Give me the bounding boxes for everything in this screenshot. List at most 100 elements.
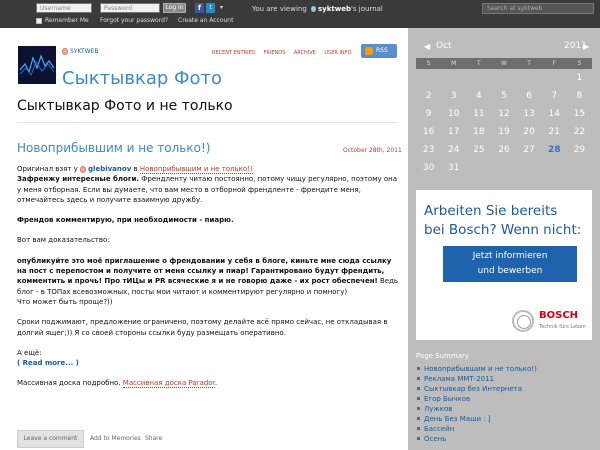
calendar-day[interactable]: 23 <box>416 141 441 159</box>
calendar-day[interactable]: 25 <box>466 141 491 159</box>
page-summary-title: Page Summary <box>416 352 469 360</box>
viewing-prefix: You are viewing <box>252 5 307 13</box>
prev-month-icon[interactable]: ◀ <box>424 42 430 51</box>
calendar-day[interactable]: 29 <box>567 141 592 159</box>
calendar-day[interactable]: 28 <box>542 141 567 159</box>
leave-comment-button[interactable]: Leave a comment <box>17 430 84 448</box>
rss-button[interactable]: RSS <box>361 44 397 58</box>
chevron-down-icon[interactable]: ▾ <box>217 3 226 13</box>
journal-title[interactable]: Сыктывкар Фото <box>62 68 222 89</box>
orig-post-link[interactable]: Новоприбывшим и не только!) <box>139 165 253 174</box>
username-input[interactable]: Username <box>36 3 92 13</box>
entry-body: Оригинал взят у glebivanov в Новоприбывш… <box>17 164 401 389</box>
remember-me-label: Remember Me <box>45 17 89 24</box>
avatar[interactable] <box>18 46 56 84</box>
summary-item[interactable]: Лужков <box>416 404 592 414</box>
rss-icon <box>365 47 373 55</box>
bosch-ad[interactable]: Arbeiten Sie bereits bei Bosch? Wenn nic… <box>416 190 592 340</box>
facebook-icon[interactable]: f <box>195 3 204 13</box>
password-input[interactable]: Password <box>100 3 160 13</box>
share-link[interactable]: Share <box>145 435 162 442</box>
calendar-day[interactable]: 20 <box>517 123 542 141</box>
calendar-day[interactable]: 4 <box>466 87 491 105</box>
page-summary-list: Новоприбывшим и не только!) Реклама ММТ-2… <box>416 364 592 444</box>
calendar-day[interactable]: 9 <box>416 105 441 123</box>
orig-in: в <box>133 165 138 173</box>
paragraph: опубликуйте это моё приглашение о френдо… <box>17 256 401 297</box>
calendar-day[interactable]: 24 <box>441 141 466 159</box>
summary-item[interactable]: Реклама ММТ-2011 <box>416 374 592 384</box>
calendar-day[interactable]: 3 <box>441 87 466 105</box>
calendar-empty-cell <box>441 69 466 87</box>
nav-user-info[interactable]: USER INFO <box>324 50 351 56</box>
journal-user-link[interactable]: SYKTWEB <box>62 48 98 55</box>
forgot-password-link[interactable]: Forgot your password? <box>100 17 168 24</box>
create-account-link[interactable]: Create an Account <box>178 17 233 24</box>
remember-me-checkbox[interactable]: Remember Me <box>36 17 89 24</box>
summary-item[interactable]: Егор Бычков <box>416 394 592 404</box>
calendar-day[interactable]: 6 <box>517 87 542 105</box>
summary-item[interactable]: Сыктывкар без Интернета <box>416 384 592 394</box>
main-content: SYKTWEB Сыктывкар Фото RECENT ENTRIES FR… <box>0 28 408 450</box>
calendar-header: ◀ Oct 2011 ▶ <box>416 40 592 58</box>
parador-link[interactable]: Массивная доска Parador <box>122 379 215 389</box>
calendar-day[interactable]: 17 <box>441 123 466 141</box>
calendar-day[interactable]: 8 <box>567 87 592 105</box>
twitter-icon[interactable]: t <box>206 3 215 13</box>
nav-archive[interactable]: ARCHIVE <box>294 50 316 56</box>
calendar-empty-cell <box>517 69 542 87</box>
entry-title[interactable]: Новоприбывшим и не только!) <box>17 141 210 155</box>
summary-item[interactable]: Бассейн <box>416 424 592 434</box>
journal-username[interactable]: SYKTWEB <box>70 48 98 55</box>
summary-item[interactable]: Осень <box>416 434 592 444</box>
ad-button-line-1: Jetzt informieren <box>472 251 548 261</box>
orig-user-link[interactable]: glebivanov <box>88 165 131 173</box>
search-input[interactable]: Search at syktweb <box>482 3 594 14</box>
add-to-memories-link[interactable]: Add to Memories <box>90 435 141 442</box>
checkbox-icon[interactable] <box>36 17 42 24</box>
calendar-day[interactable]: 10 <box>441 105 466 123</box>
calendar-day[interactable]: 7 <box>542 87 567 105</box>
calendar-weekday: W <box>491 58 517 69</box>
calendar-day[interactable]: 16 <box>416 123 441 141</box>
entry-date[interactable]: October 28th, 2011 <box>343 147 402 154</box>
viewing-journal-text: You are viewing syktweb's journal <box>252 5 383 13</box>
calendar-day[interactable]: 11 <box>466 105 491 123</box>
ad-apply-button[interactable]: Jetzt informieren und bewerben <box>443 246 577 282</box>
calendar-day[interactable]: 22 <box>567 123 592 141</box>
rss-label: RSS <box>376 47 388 54</box>
paragraph-text: Массивная доска подробно. <box>17 379 121 388</box>
calendar-day[interactable]: 31 <box>441 159 466 177</box>
calendar-day[interactable]: 5 <box>491 87 516 105</box>
next-year-icon[interactable]: ▶ <box>583 42 589 51</box>
summary-item[interactable]: День Без Маши : ] <box>416 414 592 424</box>
nav-friends[interactable]: FRIENDS <box>264 50 286 56</box>
calendar-day[interactable]: 13 <box>517 105 542 123</box>
calendar-day[interactable]: 21 <box>542 123 567 141</box>
read-more-link[interactable]: ( Read more... ) <box>17 358 401 368</box>
calendar-weekdays: SMTWTFS <box>416 58 592 69</box>
calendar-empty-cell <box>491 69 516 87</box>
calendar-empty-cell <box>567 159 592 177</box>
calendar-day[interactable]: 15 <box>567 105 592 123</box>
calendar-day[interactable]: 14 <box>542 105 567 123</box>
ad-line-2: bei Bosch? Wenn nicht: <box>424 222 582 238</box>
calendar-day[interactable]: 19 <box>491 123 516 141</box>
calendar-month[interactable]: Oct <box>436 41 452 51</box>
summary-item[interactable]: Новоприбывшим и не только!) <box>416 364 592 374</box>
calendar-day[interactable]: 12 <box>491 105 516 123</box>
calendar-day[interactable]: 26 <box>491 141 516 159</box>
calendar-day[interactable]: 27 <box>517 141 542 159</box>
calendar-day[interactable]: 1 <box>567 69 592 87</box>
paragraph: Массивная доска подробно. Массивная доск… <box>17 379 218 389</box>
calendar-weekday: S <box>566 58 592 69</box>
calendar-day[interactable]: 30 <box>416 159 441 177</box>
paragraph: Зафренжу интересные блоги. Френдленту чи… <box>17 174 401 205</box>
viewing-user-link[interactable]: syktweb <box>318 5 351 13</box>
calendar-day[interactable]: 2 <box>416 87 441 105</box>
login-button[interactable]: Log in <box>163 3 186 13</box>
calendar-day[interactable]: 18 <box>466 123 491 141</box>
read-more-label[interactable]: ( Read more... ) <box>17 359 79 367</box>
divider <box>17 122 398 123</box>
nav-recent-entries[interactable]: RECENT ENTRIES <box>212 50 255 56</box>
